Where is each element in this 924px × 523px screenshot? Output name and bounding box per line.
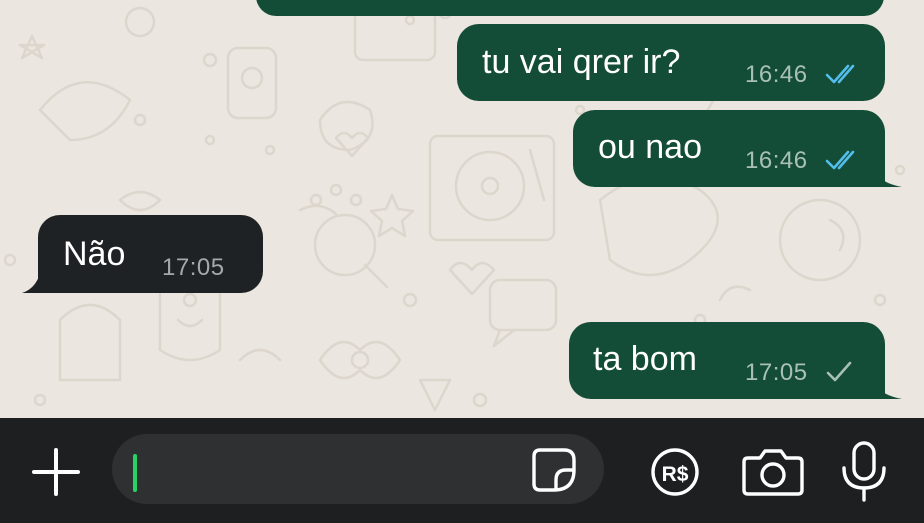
pix-rs-circle: R$ [651,448,699,496]
bubble-tail [868,160,902,187]
message-text: Não [63,235,126,273]
message-time: 16:46 [745,147,808,174]
single-check-icon [826,361,852,382]
message-bubble-outgoing[interactable]: tu vai qrer ir? 16:46 [457,24,885,101]
message-input-bar: R$ [0,418,924,523]
camera-icon[interactable] [742,446,804,498]
double-check-icon [825,64,855,84]
microphone-icon[interactable] [838,440,890,504]
message-bubble-outgoing[interactable]: ou nao 16:46 [573,110,885,187]
message-time: 17:05 [162,254,225,281]
bubble-tail [868,372,902,399]
pix-rs-icon[interactable]: R$ [648,445,702,499]
message-time: 16:46 [745,61,808,88]
message-bubble-incoming[interactable]: Não 17:05 [38,215,263,293]
plus-icon[interactable] [28,444,84,500]
message-field[interactable] [112,434,604,504]
message-text: ta bom [593,340,697,378]
message-text: ou nao [598,128,702,166]
message-time: 17:05 [745,359,808,386]
message-bubble-outgoing[interactable]: ta bom 17:05 [569,322,885,399]
bubble-tail [22,266,42,293]
sticker-icon[interactable] [530,446,578,494]
message-text: tu vai qrer ir? [482,43,681,81]
double-check-icon [825,150,855,170]
message-input[interactable] [140,446,524,492]
previous-outgoing-bubble[interactable] [256,0,884,16]
text-caret [133,454,137,492]
pix-rs-label: R$ [662,463,689,486]
chat-area[interactable]: tu vai qrer ir? 16:46 ou nao 16:46 Não 1… [0,0,924,418]
